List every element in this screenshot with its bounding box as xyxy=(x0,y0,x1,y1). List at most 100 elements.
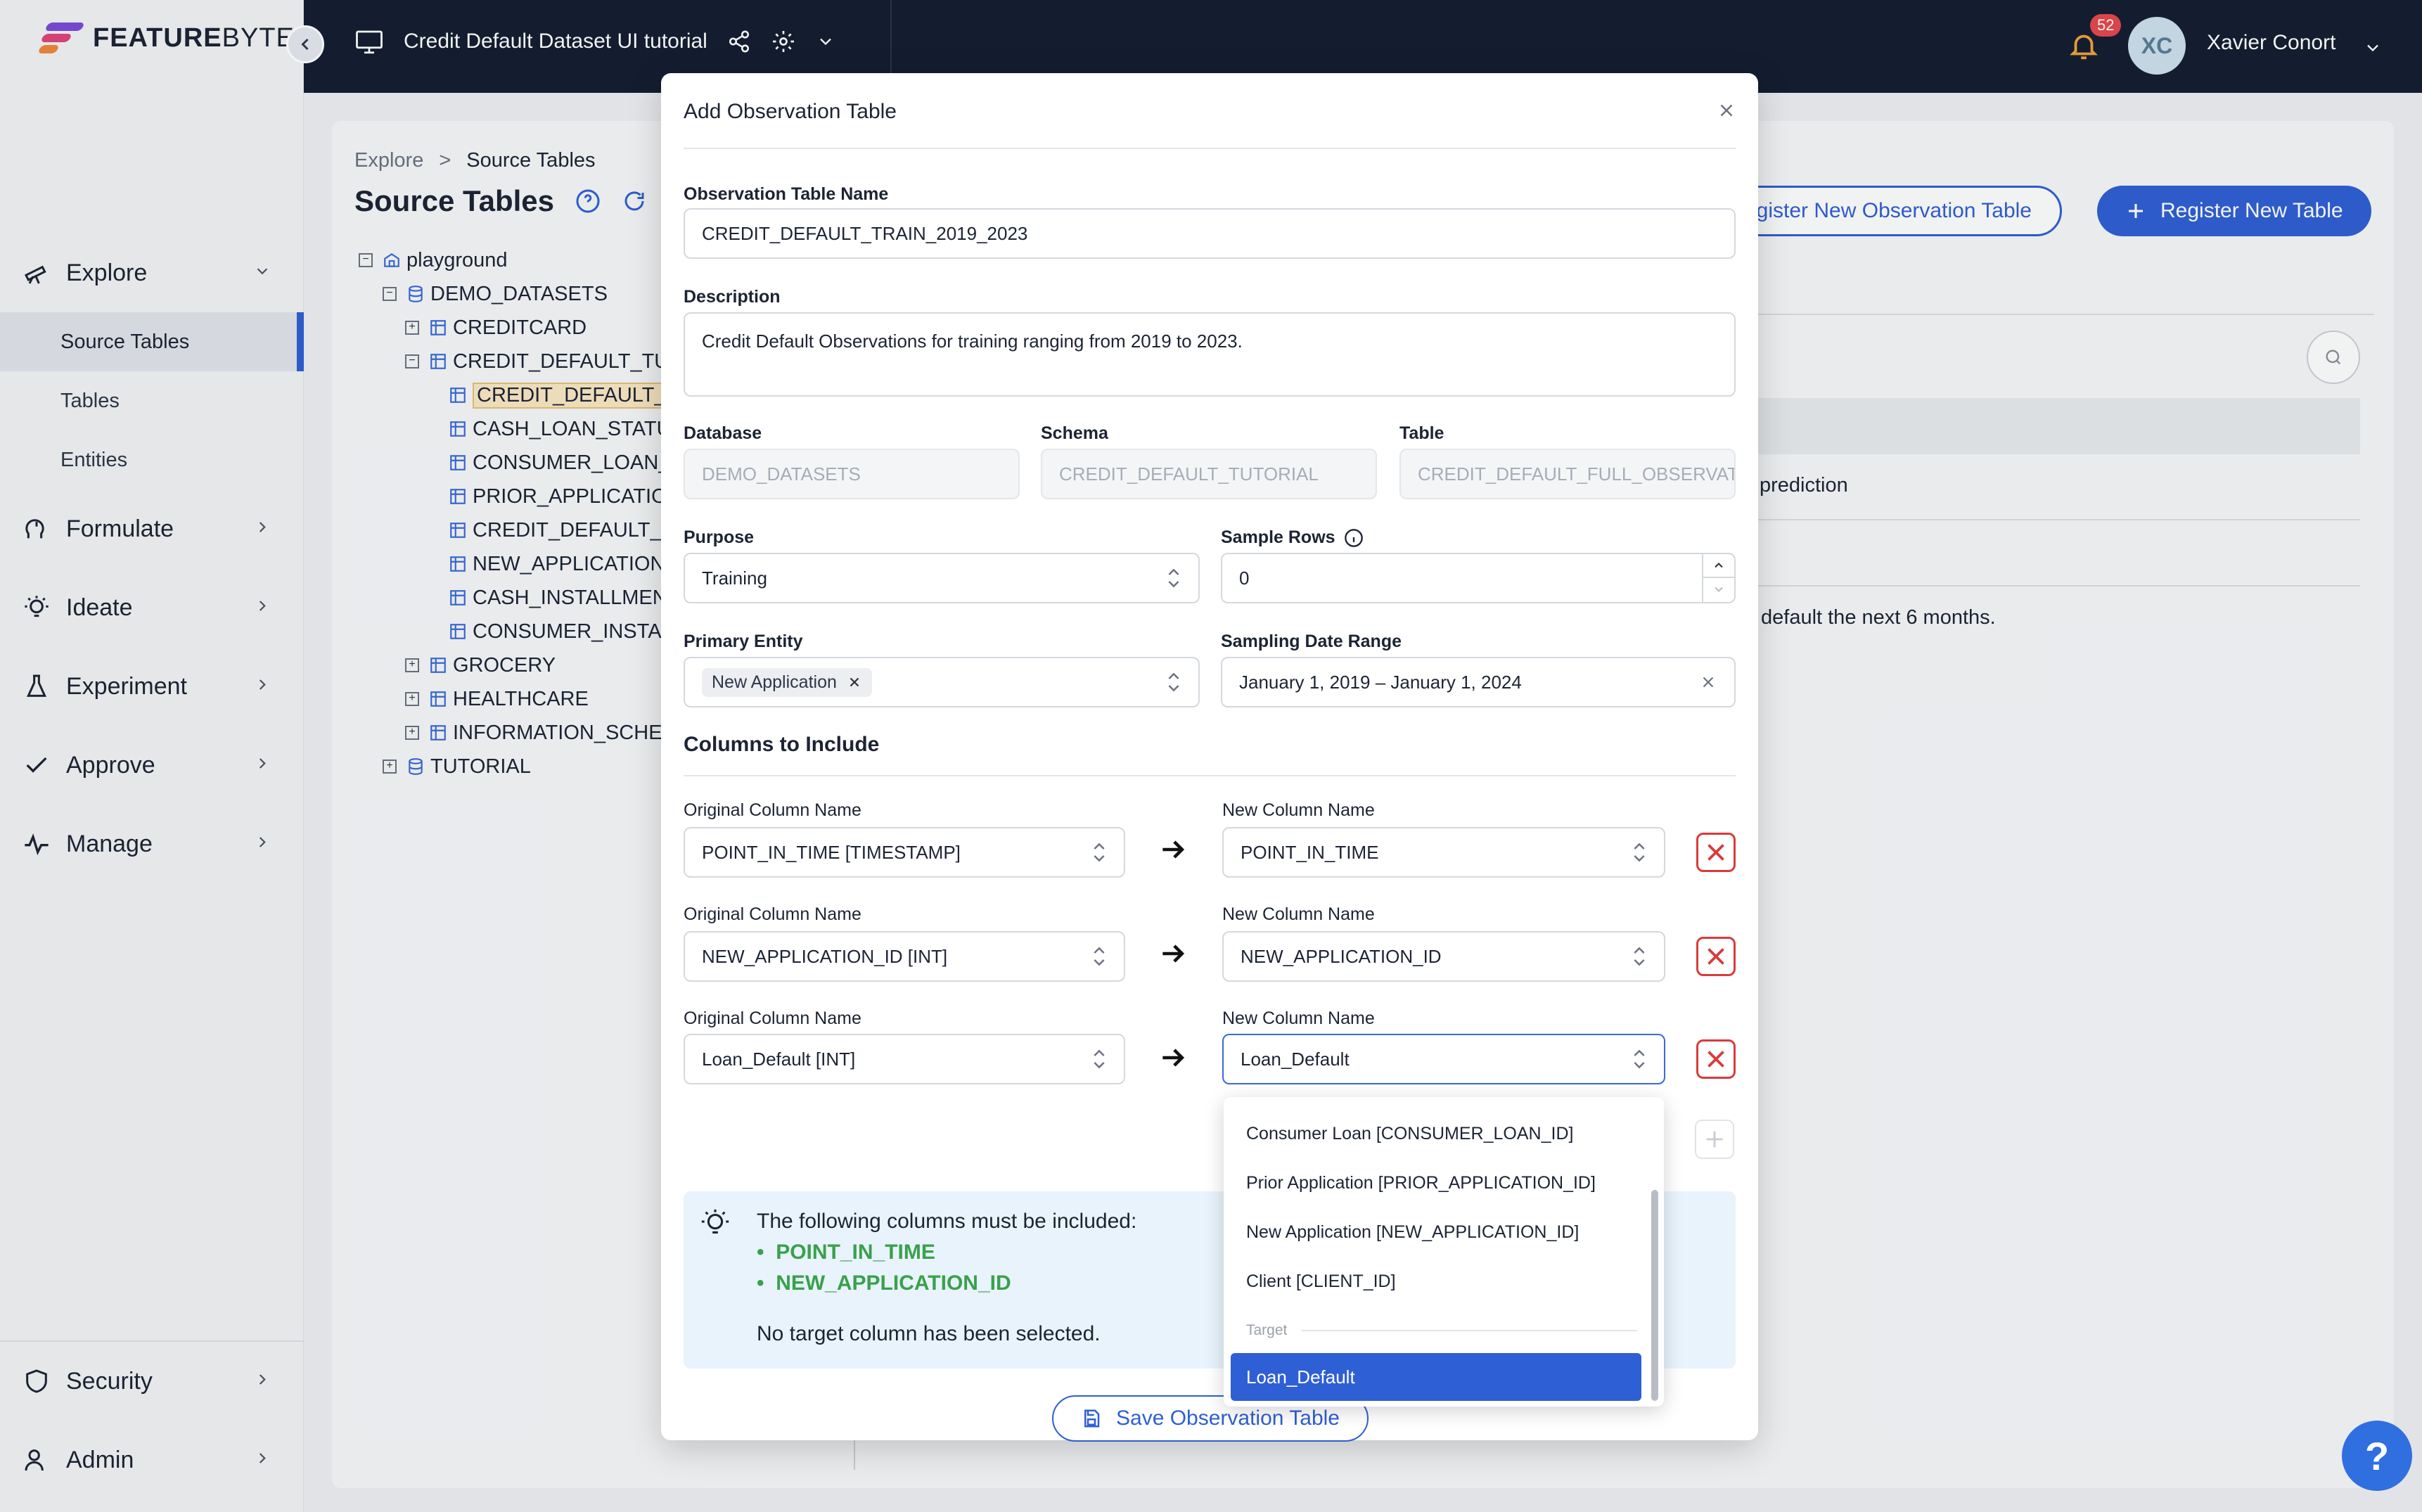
remove-tag-icon[interactable] xyxy=(847,674,862,690)
primary-entity-label: Primary Entity xyxy=(684,632,803,651)
delete-column-button[interactable] xyxy=(1696,1039,1736,1079)
purpose-value: Training xyxy=(702,567,767,589)
collapse-sidebar-button[interactable] xyxy=(286,25,324,63)
decrement-button[interactable] xyxy=(1703,578,1734,601)
select-arrows-icon xyxy=(1168,672,1179,692)
name-label: Observation Table Name xyxy=(684,184,889,204)
modal-divider xyxy=(684,148,1736,149)
dropdown-scrollbar[interactable] xyxy=(1651,1190,1658,1401)
new-column-label: New Column Name xyxy=(1222,904,1375,924)
sample-rows-label: Sample Rows xyxy=(1221,527,1335,547)
original-column-value: NEW_APPLICATION_ID [INT] xyxy=(702,945,948,967)
dropdown-option[interactable]: New Application [NEW_APPLICATION_ID] xyxy=(1246,1222,1579,1243)
plus-icon xyxy=(1706,1131,1723,1148)
original-column-select[interactable]: Loan_Default [INT] xyxy=(684,1034,1125,1084)
close-icon xyxy=(1707,1051,1724,1068)
sample-rows-input[interactable]: 0 xyxy=(1221,553,1736,603)
save-icon xyxy=(1084,1409,1100,1428)
lightbulb-icon xyxy=(701,1209,729,1234)
info-icon[interactable] xyxy=(1344,528,1364,548)
entity-tag: New Application xyxy=(702,667,872,697)
select-arrows-icon xyxy=(1634,947,1645,966)
new-column-value: NEW_APPLICATION_ID xyxy=(1241,945,1442,967)
table-input: CREDIT_DEFAULT_FULL_OBSERVATIC xyxy=(1399,449,1736,499)
database-value: DEMO_DATASETS xyxy=(702,463,861,485)
database-input: DEMO_DATASETS xyxy=(684,449,1020,499)
question-mark-icon: ? xyxy=(2364,1433,2390,1478)
info-note: No target column has been selected. xyxy=(757,1322,1101,1345)
required-item-label: NEW_APPLICATION_ID xyxy=(776,1271,1011,1295)
primary-entity-select[interactable]: New Application xyxy=(684,657,1200,707)
original-column-select[interactable]: POINT_IN_TIME [TIMESTAMP] xyxy=(684,827,1125,878)
sample-rows-label-row: Sample Rows xyxy=(1221,527,1364,548)
help-button[interactable]: ? xyxy=(2342,1421,2412,1491)
columns-divider xyxy=(684,775,1736,776)
info-title: The following columns must be included: xyxy=(757,1210,1137,1233)
new-column-label: New Column Name xyxy=(1222,1008,1375,1028)
new-column-value: Loan_Default xyxy=(1241,1048,1350,1070)
select-arrows-icon xyxy=(1094,843,1105,862)
delete-column-button[interactable] xyxy=(1696,937,1736,976)
increment-button[interactable] xyxy=(1703,554,1734,578)
modal-close-button[interactable] xyxy=(1716,100,1737,124)
select-arrows-icon xyxy=(1634,843,1645,862)
original-column-label: Original Column Name xyxy=(684,904,861,924)
close-icon xyxy=(1720,104,1733,117)
chevron-down-icon xyxy=(1715,587,1723,592)
sample-rows-value: 0 xyxy=(1239,567,1250,589)
dropdown-option[interactable]: Client [CLIENT_ID] xyxy=(1246,1271,1396,1292)
table-value: CREDIT_DEFAULT_FULL_OBSERVATIC xyxy=(1418,463,1736,485)
description-label: Description xyxy=(684,287,781,307)
modal-title: Add Observation Table xyxy=(684,100,897,123)
new-column-select[interactable]: POINT_IN_TIME xyxy=(1222,827,1665,878)
required-item: • NEW_APPLICATION_ID xyxy=(757,1271,1011,1295)
sampling-date-range-input[interactable]: January 1, 2019 – January 1, 2024 xyxy=(1221,657,1736,707)
group-label-text: Target xyxy=(1246,1322,1288,1338)
number-stepper[interactable] xyxy=(1702,554,1734,602)
new-column-select[interactable]: NEW_APPLICATION_ID xyxy=(1222,931,1665,982)
schema-label: Schema xyxy=(1041,423,1108,443)
chevron-up-icon xyxy=(1715,563,1723,568)
arrow-right-icon xyxy=(1158,938,1188,976)
select-arrows-icon xyxy=(1168,568,1179,588)
dropdown-option[interactable]: Prior Application [PRIOR_APPLICATION_ID] xyxy=(1246,1173,1596,1193)
new-column-select-open[interactable]: Loan_Default xyxy=(1222,1034,1665,1084)
delete-column-button[interactable] xyxy=(1696,833,1736,872)
arrow-right-icon xyxy=(1158,1042,1188,1080)
original-column-label: Original Column Name xyxy=(684,800,861,820)
entity-tag-label: New Application xyxy=(712,672,837,692)
original-column-value: POINT_IN_TIME [TIMESTAMP] xyxy=(702,841,961,863)
select-arrows-icon xyxy=(1094,1049,1105,1069)
description-value: Credit Default Observations for training… xyxy=(702,331,1243,352)
dropdown-group-label: Target xyxy=(1246,1322,1637,1339)
schema-input: CREDIT_DEFAULT_TUTORIAL xyxy=(1041,449,1377,499)
sampling-range-value: January 1, 2019 – January 1, 2024 xyxy=(1239,671,1522,693)
original-column-select[interactable]: NEW_APPLICATION_ID [INT] xyxy=(684,931,1125,982)
close-icon xyxy=(1707,948,1724,965)
columns-heading: Columns to Include xyxy=(684,733,880,756)
database-label: Database xyxy=(684,423,762,443)
observation-table-name-input[interactable]: CREDIT_DEFAULT_TRAIN_2019_2023 xyxy=(684,208,1736,259)
arrow-right-icon xyxy=(1158,834,1188,872)
select-arrows-icon xyxy=(1094,947,1105,966)
original-column-value: Loan_Default [INT] xyxy=(702,1048,856,1070)
new-column-value: POINT_IN_TIME xyxy=(1241,841,1379,863)
required-item: • POINT_IN_TIME xyxy=(757,1241,935,1264)
description-textarea[interactable]: Credit Default Observations for training… xyxy=(684,312,1736,397)
name-value: CREDIT_DEFAULT_TRAIN_2019_2023 xyxy=(702,222,1028,244)
required-item-label: POINT_IN_TIME xyxy=(776,1241,935,1264)
table-label: Table xyxy=(1399,423,1444,443)
add-column-button[interactable] xyxy=(1695,1120,1734,1159)
sampling-range-label: Sampling Date Range xyxy=(1221,632,1402,651)
save-button-label: Save Observation Table xyxy=(1116,1407,1340,1430)
new-column-label: New Column Name xyxy=(1222,800,1375,820)
dropdown-option-selected[interactable]: Loan_Default xyxy=(1231,1353,1641,1401)
purpose-select[interactable]: Training xyxy=(684,553,1200,603)
schema-value: CREDIT_DEFAULT_TUTORIAL xyxy=(1059,463,1319,485)
new-column-dropdown: Consumer Loan [CONSUMER_LOAN_ID] Prior A… xyxy=(1224,1097,1664,1407)
close-icon xyxy=(1707,844,1724,861)
clear-icon[interactable] xyxy=(1699,673,1717,691)
dropdown-option[interactable]: Consumer Loan [CONSUMER_LOAN_ID] xyxy=(1246,1124,1573,1144)
original-column-label: Original Column Name xyxy=(684,1008,861,1028)
select-arrows-icon xyxy=(1634,1049,1645,1069)
